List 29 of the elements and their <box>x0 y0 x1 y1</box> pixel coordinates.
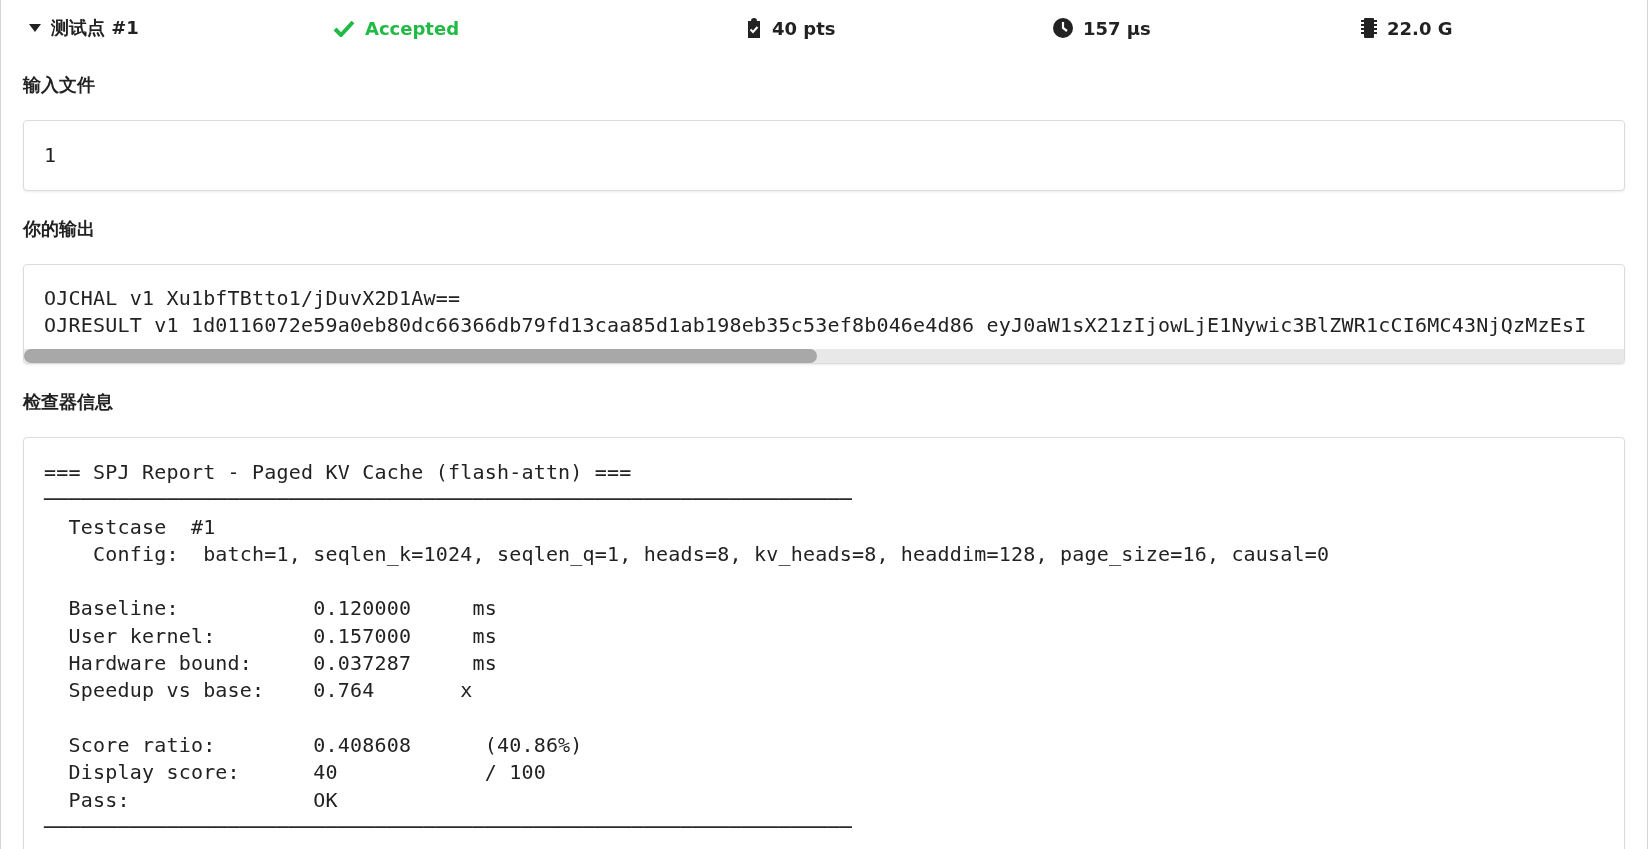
report-line: Speedup vs base: 0.764 x <box>67 677 474 705</box>
section-heading: 检查器信息 <box>23 390 114 414</box>
score-text: 40 pts <box>772 17 836 39</box>
status-text: Accepted <box>365 17 460 39</box>
report-line: ────────────────────────────────────────────────────────────────── <box>44 813 853 841</box>
scrollbar-thumb[interactable] <box>24 349 817 363</box>
code-line: OJRESULT v1 1d0116072e59a0eb80dc66366db79fd13caa85d1ab198eb35c53ef8b046e4d86 eyJ0aW1sX21zIjowLjE1Nywic3BlZWR1cCI6MC43NjQzMzEsI <box>44 312 1588 339</box>
report-line: Testcase #1 <box>67 513 217 541</box>
code-line: OJCHAL v1 Xu1bfTBtto1/jDuvX2D1Aw== <box>44 285 462 312</box>
report-line: Display score: 40 / 100 <box>67 759 547 787</box>
clipboard-icon <box>746 18 762 38</box>
report-line: ────────────────────────────────────────────────────────────────── <box>44 486 853 514</box>
memory-text: 22.0 G <box>1387 17 1453 39</box>
report-line: === SPJ Report - Paged KV Cache (flash-attn) === <box>44 459 633 486</box>
report-line: Pass: OK <box>67 786 339 814</box>
caret-icon[interactable] <box>29 24 41 32</box>
time-text: 157 µs <box>1083 17 1151 39</box>
report-line: Config: batch=1, seqlen_k=1024, seqlen_q=1, heads=8, kv_heads=8, headdim=128, page_size=16, causal=0 <box>91 540 1331 568</box>
section-heading: 你的输出 <box>23 217 96 241</box>
section-heading: 输入文件 <box>23 73 96 97</box>
testcase-title[interactable]: 测试点 #1 <box>51 16 139 40</box>
scrollbar-track[interactable] <box>24 349 1624 363</box>
report-line: User kernel: 0.157000 ms <box>67 622 498 650</box>
report-line: Baseline: 0.120000 ms <box>67 595 498 623</box>
clock-icon <box>1053 18 1073 38</box>
code-line: 1 <box>44 142 58 169</box>
report-line: Score ratio: 0.408608 (40.86%) <box>67 731 584 759</box>
chip-icon <box>1361 18 1377 38</box>
report-line: Hardware bound: 0.037287 ms <box>67 650 498 678</box>
